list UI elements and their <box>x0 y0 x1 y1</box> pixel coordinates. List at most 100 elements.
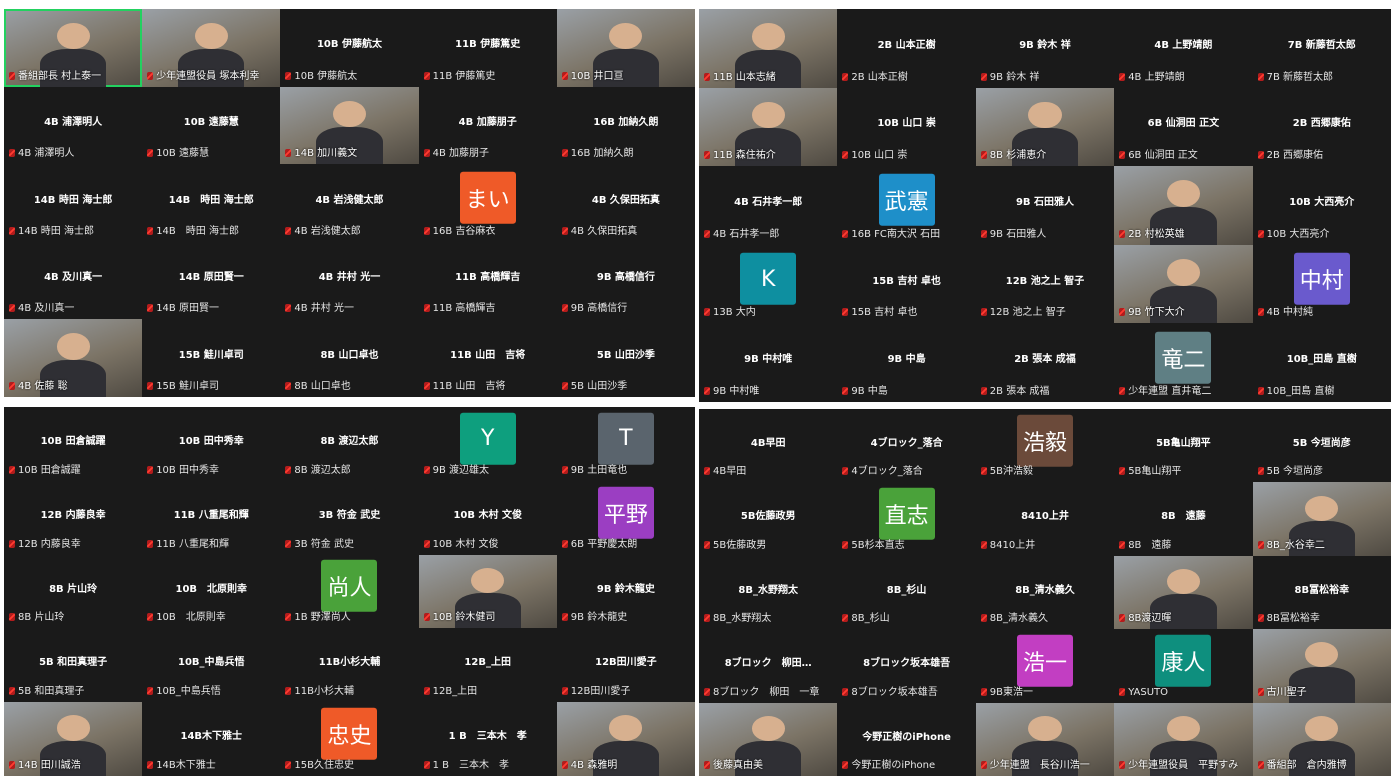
participant-tile[interactable]: 5B 山田沙季 5B 山田沙季 <box>556 319 695 397</box>
participant-tile[interactable]: 14B 時田 海士郎 14B 時田 海士郎 <box>4 164 143 242</box>
participant-tile[interactable]: 11B 山田 吉将 11B 山田 吉将 <box>418 319 557 397</box>
participant-tile[interactable]: 8B渡辺暉 <box>1114 555 1253 630</box>
participant-tile[interactable]: 6B 仙洞田 正文 6B 仙洞田 正文 <box>1114 87 1253 167</box>
participant-tile[interactable]: 8B 杉浦恵介 <box>975 87 1115 167</box>
participant-tile[interactable]: 4B 久保田拓真 4B 久保田拓真 <box>556 164 695 242</box>
participant-tile[interactable]: 9B 鈴木 祥 9B 鈴木 祥 <box>975 9 1115 88</box>
participant-tile[interactable]: 7B 新藤哲太郎 7B 新藤哲太郎 <box>1252 9 1391 88</box>
participant-tile[interactable]: 11B 伊藤篤史 11B 伊藤篤史 <box>418 9 557 87</box>
participant-tile[interactable]: まい 16B 吉谷麻衣 <box>418 164 557 242</box>
participant-tile[interactable]: 10B 井口亘 <box>556 9 695 87</box>
participant-tile[interactable]: 5B 和田真理子 5B 和田真理子 <box>4 628 143 703</box>
participant-tile[interactable]: 14B 加川義文 <box>280 86 419 165</box>
participant-tile[interactable]: 8B 片山玲 8B 片山玲 <box>4 554 143 629</box>
participant-tile[interactable]: 9B 竹下大介 <box>1114 244 1253 324</box>
participant-tile[interactable]: 14B木下雅士 14B木下雅士 <box>142 702 281 776</box>
participant-tile[interactable]: 今野正樹のiPhone 今野正樹のiPhone <box>837 702 976 776</box>
participant-tile[interactable]: 5B 今垣尚彦 5B 今垣尚彦 <box>1252 409 1391 483</box>
participant-tile[interactable]: 10B 大西亮介 10B 大西亮介 <box>1252 166 1391 245</box>
participant-tile[interactable]: 10B 田倉誠躍 10B 田倉誠躍 <box>4 407 143 481</box>
participant-tile[interactable]: 4B 佐藤 聡 <box>4 319 143 397</box>
participant-tile[interactable]: 11B 高橋輝吉 11B 高橋輝吉 <box>418 241 557 320</box>
participant-tile[interactable]: 15B 吉村 卓也 15B 吉村 卓也 <box>837 244 976 324</box>
participant-tile[interactable]: 10B 北原則幸 10B 北原則幸 <box>142 554 281 629</box>
participant-tile[interactable]: 忠史 15B久住忠史 <box>280 702 419 776</box>
participant-tile[interactable]: 10B 山口 崇 10B 山口 崇 <box>837 87 976 167</box>
participant-tile[interactable]: 3B 符金 武史 3B 符金 武史 <box>280 480 419 555</box>
participant-tile[interactable]: 14B 田川誠浩 <box>4 702 143 776</box>
participant-tile[interactable]: 2B 張本 成福 2B 張本 成福 <box>975 323 1115 402</box>
participant-tile[interactable]: 竜二 少年連盟 直井竜二 <box>1114 323 1253 402</box>
participant-tile[interactable]: 14B 原田賢一 14B 原田賢一 <box>142 241 281 320</box>
participant-tile[interactable]: 浩一 9B東浩一 <box>975 629 1115 703</box>
participant-tile[interactable]: 10B 伊藤航太 10B 伊藤航太 <box>280 9 419 87</box>
participant-tile[interactable]: 8B冨松裕幸 8B冨松裕幸 <box>1252 555 1391 630</box>
participant-tile[interactable]: 2B 村松英雄 <box>1114 166 1253 245</box>
participant-tile[interactable]: 9B 高橋信行 9B 高橋信行 <box>556 241 695 320</box>
participant-tile[interactable]: T 9B 土田竜也 <box>556 407 695 481</box>
participant-tile[interactable]: 5B佐藤政男 5B佐藤政男 <box>699 482 838 556</box>
participant-tile[interactable]: 2B 西郷康佑 2B 西郷康佑 <box>1252 87 1391 167</box>
participant-tile[interactable]: 8B_杉山 8B_杉山 <box>837 555 976 630</box>
participant-tile[interactable]: 4B 及川真一 4B 及川真一 <box>4 241 143 320</box>
participant-tile[interactable]: 番組部 倉内雅博 <box>1252 702 1391 776</box>
participant-tile[interactable]: 10B 鈴木健司 <box>418 554 557 629</box>
participant-tile[interactable]: 4B 石井孝一郎 4B 石井孝一郎 <box>699 166 838 245</box>
participant-tile[interactable]: 4B 上野靖朗 4B 上野靖朗 <box>1114 9 1253 88</box>
participant-tile[interactable]: 8B 山口卓也 8B 山口卓也 <box>280 319 419 397</box>
participant-tile[interactable]: 武憲 16B FC南大沢 石田 <box>837 166 976 245</box>
participant-tile[interactable]: 少年連盟役員 平野すみ <box>1114 702 1253 776</box>
participant-tile[interactable]: 4B 森雅明 <box>556 702 695 776</box>
participant-tile[interactable]: 8B 渡辺太郎 8B 渡辺太郎 <box>280 407 419 481</box>
participant-tile[interactable]: 尚人 1B 野澤尚人 <box>280 554 419 629</box>
participant-tile[interactable]: 10B 遠藤慧 10B 遠藤慧 <box>142 86 281 165</box>
participant-tile[interactable]: Y 9B 渡辺雄太 <box>418 407 557 481</box>
participant-tile[interactable]: 11B 森住祐介 <box>699 87 838 167</box>
participant-tile[interactable]: 8B_水野翔太 8B_水野翔太 <box>699 555 838 630</box>
participant-tile[interactable]: 12B 池之上 智子 12B 池之上 智子 <box>975 244 1115 324</box>
participant-tile[interactable]: 直志 5B杉本直志 <box>837 482 976 556</box>
participant-tile[interactable]: 2B 山本正樹 2B 山本正樹 <box>837 9 976 88</box>
participant-tile[interactable]: 10B_田島 直樹 10B_田島 直樹 <box>1252 323 1391 402</box>
participant-tile[interactable]: 少年連盟役員 塚本利幸 <box>142 9 281 87</box>
participant-tile[interactable]: 4B 岩浅健太郎 4B 岩浅健太郎 <box>280 164 419 242</box>
participant-tile[interactable]: 5B亀山翔平 5B亀山翔平 <box>1114 409 1253 483</box>
participant-tile[interactable]: 4B早田 4B早田 <box>699 409 838 483</box>
participant-tile[interactable]: 9B 石田雅人 9B 石田雅人 <box>975 166 1115 245</box>
participant-tile[interactable]: 4ブロック_落合 4ブロック_落合 <box>837 409 976 483</box>
participant-tile[interactable]: 4B 井村 光一 4B 井村 光一 <box>280 241 419 320</box>
participant-tile[interactable]: 12B_上田 12B_上田 <box>418 628 557 703</box>
participant-tile[interactable]: 平野 6B 平野慶太朗 <box>556 480 695 555</box>
participant-tile[interactable]: 1 B 三本木 孝 1 B 三本木 孝 <box>418 702 557 776</box>
participant-tile[interactable]: 9B 中島 9B 中島 <box>837 323 976 402</box>
participant-tile[interactable]: 11B 山本志緒 <box>699 9 838 88</box>
participant-tile[interactable]: 康人 YASUTO <box>1114 629 1253 703</box>
participant-tile[interactable]: 10B 木村 文俊 10B 木村 文俊 <box>418 480 557 555</box>
participant-tile[interactable]: 11B小杉大輔 11B小杉大輔 <box>280 628 419 703</box>
participant-tile[interactable]: 14B 時田 海士郎 14B 時田 海士郎 <box>142 164 281 242</box>
participant-tile[interactable]: 少年連盟 長谷川浩一 <box>975 702 1115 776</box>
participant-tile[interactable]: 16B 加納久朗 16B 加納久朗 <box>556 86 695 165</box>
participant-tile[interactable]: 12B田川愛子 12B田川愛子 <box>556 628 695 703</box>
participant-tile[interactable]: 後藤真由美 <box>699 702 838 776</box>
participant-tile[interactable]: 10B_中島兵悟 10B_中島兵悟 <box>142 628 281 703</box>
participant-tile[interactable]: 8B_清水義久 8B_清水義久 <box>975 555 1115 630</box>
participant-tile[interactable]: 9B 鈴木龍史 9B 鈴木龍史 <box>556 554 695 629</box>
participant-tile[interactable]: 古川聖子 <box>1252 629 1391 703</box>
participant-tile[interactable]: 8B_水谷幸二 <box>1252 482 1391 556</box>
participant-tile[interactable]: 浩毅 5B沖浩毅 <box>975 409 1115 483</box>
participant-tile[interactable]: 15B 鮭川卓司 15B 鮭川卓司 <box>142 319 281 397</box>
participant-tile[interactable]: 4B 浦澤明人 4B 浦澤明人 <box>4 86 143 165</box>
participant-tile[interactable]: 8ブロック坂本雄吾 8ブロック坂本雄吾 <box>837 629 976 703</box>
participant-tile[interactable]: 番組部長 村上泰一 <box>4 9 143 87</box>
participant-tile[interactable]: 9B 中村唯 9B 中村唯 <box>699 323 838 402</box>
participant-tile[interactable]: 4B 加藤朋子 4B 加藤朋子 <box>418 86 557 165</box>
participant-tile[interactable]: 8ブロック 柳田… 8ブロック 柳田 一章 <box>699 629 838 703</box>
participant-tile[interactable]: 8B 遠藤 8B 遠藤 <box>1114 482 1253 556</box>
participant-tile[interactable]: K 13B 大内 <box>699 244 838 324</box>
participant-tile[interactable]: 11B 八重尾和輝 11B 八重尾和輝 <box>142 480 281 555</box>
participant-tile[interactable]: 中村 4B 中村純 <box>1252 244 1391 324</box>
participant-tile[interactable]: 12B 内藤良幸 12B 内藤良幸 <box>4 480 143 555</box>
participant-tile[interactable]: 10B 田中秀幸 10B 田中秀幸 <box>142 407 281 481</box>
participant-tile[interactable]: 8410上井 8410上井 <box>975 482 1115 556</box>
